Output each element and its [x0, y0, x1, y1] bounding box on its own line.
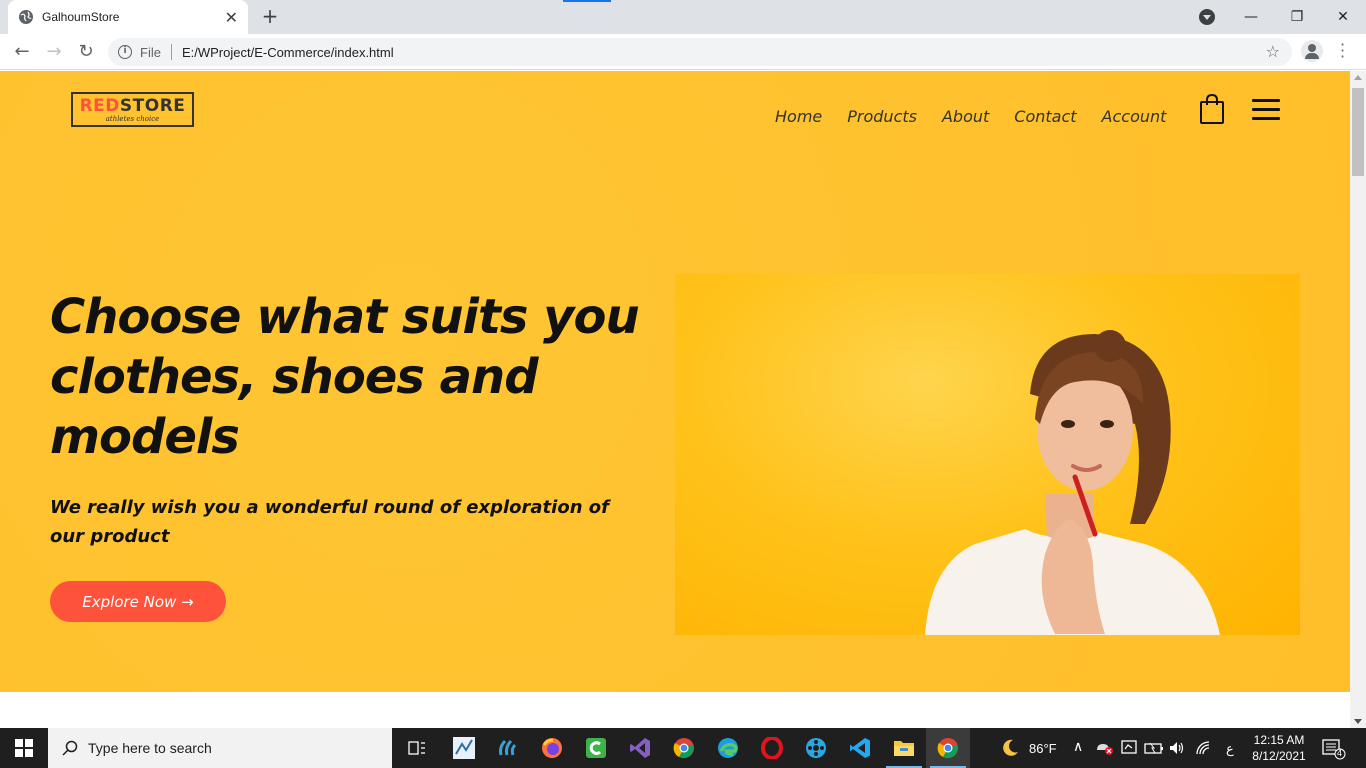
- wifi-icon[interactable]: [1194, 740, 1212, 760]
- chrome-icon[interactable]: [662, 728, 706, 768]
- tab-search-icon[interactable]: [1199, 9, 1215, 25]
- nav-contact[interactable]: Contact: [1014, 107, 1076, 126]
- clock-date: 8/12/2021: [1252, 749, 1306, 763]
- headline-line: Choose what suits you: [50, 289, 640, 345]
- new-tab-button[interactable]: +: [260, 6, 280, 26]
- browser-tab[interactable]: GalhoumStore ✕: [8, 0, 248, 34]
- menu-hamburger-icon[interactable]: [1252, 99, 1280, 121]
- globe-icon: [19, 10, 33, 24]
- scrollbar-thumb[interactable]: [1352, 88, 1364, 176]
- search-icon: [62, 740, 78, 756]
- system-clock[interactable]: 12:15 AM 8/12/2021: [1246, 732, 1312, 764]
- main-nav: Home Products About Contact Account: [775, 107, 1191, 126]
- reload-icon[interactable]: ↻: [76, 42, 96, 62]
- hero-section: REDSTORE athletes choice Home Products A…: [0, 71, 1350, 692]
- nav-products[interactable]: Products: [847, 107, 917, 126]
- app-pinned-icon[interactable]: [442, 728, 486, 768]
- explore-now-button[interactable]: Explore Now →: [50, 581, 226, 622]
- browser-tab-strip: GalhoumStore ✕ + — ❐ ✕: [0, 0, 1366, 34]
- windows-logo-icon: [15, 739, 33, 757]
- nav-home[interactable]: Home: [775, 107, 822, 126]
- minimize-button[interactable]: —: [1228, 9, 1274, 25]
- hero-image: [675, 274, 1300, 635]
- file-explorer-icon[interactable]: [882, 728, 926, 768]
- url-scheme-label: File: [140, 44, 161, 60]
- forward-icon[interactable]: →: [44, 42, 64, 62]
- omnibox-separator: [170, 44, 172, 60]
- notification-count: 4: [1337, 748, 1343, 758]
- clock-time: 12:15 AM: [1253, 733, 1305, 747]
- headline-line: clothes, shoes and: [50, 349, 539, 405]
- profile-avatar-icon[interactable]: [1301, 40, 1323, 62]
- weather-temp[interactable]: 86°F: [1029, 741, 1057, 756]
- action-center-icon[interactable]: 4: [1322, 738, 1346, 764]
- windows-taskbar: Type here to search 86°F ∧ ع 12:15 AM 8/…: [0, 728, 1366, 768]
- battery-icon[interactable]: [1144, 740, 1164, 760]
- show-hidden-icons-icon[interactable]: ∧: [1073, 738, 1083, 755]
- address-bar[interactable]: i File E:/WProject/E-Commerce/index.html…: [108, 38, 1292, 66]
- scroll-down-arrow-icon[interactable]: [1354, 719, 1362, 724]
- girl-thinking-illustration: [925, 330, 1220, 635]
- language-indicator[interactable]: ع: [1226, 741, 1234, 757]
- vscode-icon[interactable]: [838, 728, 882, 768]
- visual-studio-icon[interactable]: [618, 728, 662, 768]
- volume-icon[interactable]: [1168, 739, 1186, 761]
- taskbar-search-box[interactable]: Type here to search: [48, 728, 392, 768]
- task-view-icon[interactable]: [395, 728, 439, 768]
- hero-headline: Choose what suits you clothes, shoes and…: [50, 287, 650, 467]
- close-tab-icon[interactable]: ✕: [225, 8, 238, 27]
- browser-toolbar: ← → ↻ i File E:/WProject/E-Commerce/inde…: [0, 34, 1366, 70]
- chrome-active-icon[interactable]: [926, 728, 970, 768]
- logo-brand: REDSTORE: [79, 95, 186, 116]
- app-wave-icon[interactable]: [486, 728, 530, 768]
- start-button[interactable]: [0, 728, 48, 768]
- nav-account[interactable]: Account: [1102, 107, 1167, 126]
- nav-about[interactable]: About: [942, 107, 989, 126]
- firefox-icon[interactable]: [530, 728, 574, 768]
- site-info-icon[interactable]: i: [118, 45, 132, 59]
- restore-button[interactable]: ❐: [1274, 9, 1320, 25]
- media-player-icon[interactable]: [794, 728, 838, 768]
- search-placeholder: Type here to search: [88, 740, 212, 756]
- bookmark-star-icon[interactable]: ☆: [1266, 42, 1280, 61]
- window-controls: — ❐ ✕: [1228, 0, 1366, 34]
- site-logo[interactable]: REDSTORE athletes choice: [71, 92, 194, 127]
- close-window-button[interactable]: ✕: [1320, 9, 1366, 25]
- tab-title: GalhoumStore: [42, 10, 120, 24]
- back-icon[interactable]: ←: [12, 42, 32, 62]
- page-viewport: REDSTORE athletes choice Home Products A…: [0, 71, 1350, 728]
- weather-moon-icon[interactable]: [1000, 738, 1020, 762]
- shopping-bag-icon[interactable]: [1199, 93, 1225, 125]
- edge-icon[interactable]: [706, 728, 750, 768]
- logo-tagline: athletes choice: [105, 114, 160, 123]
- headline-line: models: [50, 409, 240, 465]
- tab-strip-indicator: [563, 0, 611, 2]
- hero-subline: We really wish you a wonderful round of …: [50, 497, 609, 547]
- camtasia-icon[interactable]: [574, 728, 618, 768]
- url-text[interactable]: E:/WProject/E-Commerce/index.html: [182, 45, 394, 60]
- browser-menu-icon[interactable]: · · ·: [1340, 37, 1348, 65]
- display-icon[interactable]: [1120, 739, 1138, 761]
- network-error-icon[interactable]: [1096, 740, 1114, 760]
- opera-icon[interactable]: [750, 728, 794, 768]
- page-scrollbar[interactable]: [1350, 71, 1366, 728]
- scroll-up-arrow-icon[interactable]: [1354, 75, 1362, 80]
